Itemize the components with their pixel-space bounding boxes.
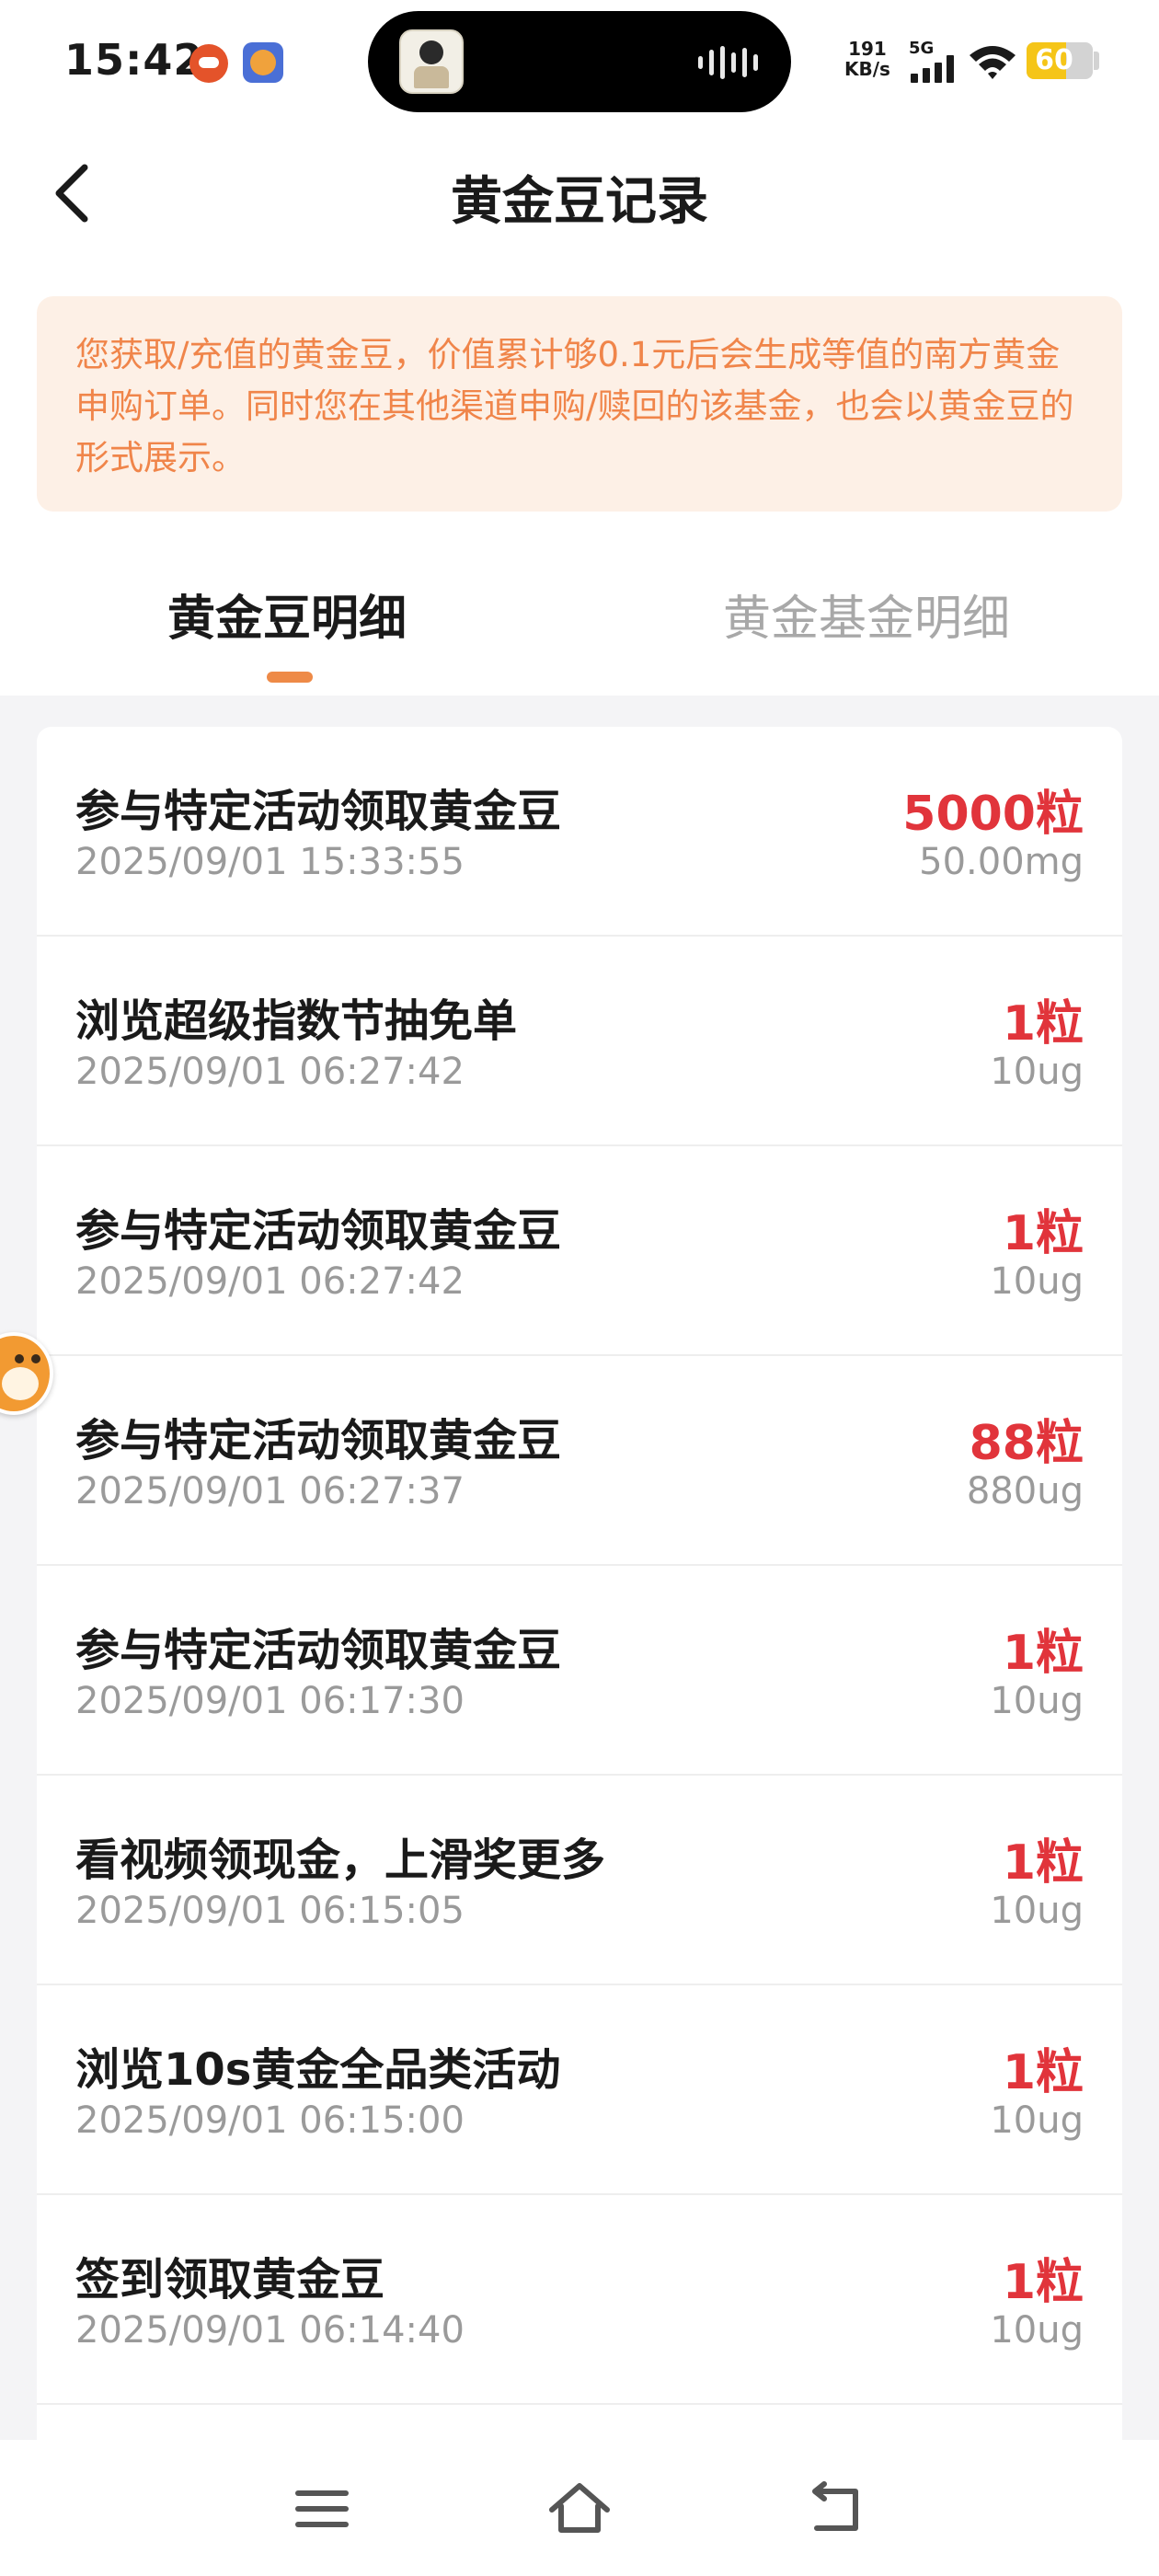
battery-level: 60 [1035, 44, 1073, 76]
tab-bar: 黄金豆明细 黄金基金明细 [0, 543, 1159, 696]
active-tab-indicator [267, 672, 313, 683]
list-item[interactable]: 浏览10s黄金全品类活动 2025/09/01 06:15:00 1粒 10ug [37, 1985, 1122, 2195]
record-time: 2025/09/01 06:15:05 [75, 1890, 465, 1932]
record-weight: 50.00mg [919, 841, 1084, 883]
status-bar: 15:42 191 KB/s 5G 60 [0, 0, 1159, 129]
network-speed-unit: KB/s [844, 58, 890, 80]
return-icon[interactable] [800, 2477, 874, 2541]
wifi-icon [970, 46, 1016, 79]
record-title: 签到领取黄金豆 [75, 2254, 385, 2306]
list-item[interactable]: 浏览超级指数节抽免单 2025/09/01 06:27:42 1粒 10ug [37, 937, 1122, 1146]
list-item[interactable]: 看视频领现金，上滑奖更多 2025/09/01 06:15:05 1粒 10ug [37, 1776, 1122, 1985]
record-time: 2025/09/01 06:27:42 [75, 1051, 465, 1093]
record-weight: 10ug [990, 2099, 1084, 2142]
record-time: 2025/09/01 15:33:55 [75, 841, 465, 883]
record-title: 看视频领现金，上滑奖更多 [75, 1834, 606, 1886]
record-time: 2025/09/01 06:27:37 [75, 1470, 465, 1512]
list-item[interactable]: 参与特定活动领取黄金豆 2025/09/01 06:27:37 88粒 880u… [37, 1356, 1122, 1566]
menu-icon[interactable] [285, 2477, 359, 2541]
record-weight: 10ug [990, 1890, 1084, 1932]
tab-gold-fund-detail[interactable]: 黄金基金明细 [723, 580, 1010, 649]
notification-game-icon [243, 42, 283, 83]
record-title: 参与特定活动领取黄金豆 [75, 1625, 562, 1676]
media-thumbnail [399, 29, 464, 94]
record-amount: 1粒 [1002, 996, 1084, 1052]
record-amount: 1粒 [1002, 2255, 1084, 2310]
audio-wave-icon [698, 46, 758, 79]
record-title: 参与特定活动领取黄金豆 [75, 1415, 562, 1466]
tab-gold-bean-detail[interactable]: 黄金豆明细 [167, 580, 407, 649]
page-title: 黄金豆记录 [451, 172, 708, 232]
record-amount: 1粒 [1002, 1835, 1084, 1891]
record-time: 2025/09/01 06:14:40 [75, 2309, 465, 2352]
notice-banner: 您获取/充值的黄金豆，价值累计够0.1元后会生成等值的南方黄金申购订单。同时您在… [37, 296, 1122, 512]
dynamic-island[interactable] [368, 11, 791, 112]
record-time: 2025/09/01 06:15:00 [75, 2099, 465, 2142]
record-title: 浏览10s黄金全品类活动 [75, 2044, 561, 2096]
record-amount: 1粒 [1002, 1626, 1084, 1681]
list-item[interactable]: 参与特定活动领取黄金豆 2025/09/01 15:33:55 5000粒 50… [37, 727, 1122, 937]
network-speed: 191 KB/s [844, 39, 890, 79]
header: 黄金豆记录 [0, 129, 1159, 267]
status-time: 15:42 [64, 35, 204, 85]
network-speed-value: 191 [848, 38, 887, 60]
battery-tip [1094, 52, 1099, 70]
list-item[interactable]: 签到领取黄金豆 2025/09/01 06:14:40 1粒 10ug [37, 2195, 1122, 2405]
system-nav-bar [0, 2440, 1159, 2576]
record-weight: 10ug [990, 1051, 1084, 1093]
record-weight: 10ug [990, 1260, 1084, 1303]
record-time: 2025/09/01 06:17:30 [75, 1680, 465, 1722]
home-icon[interactable] [543, 2477, 616, 2541]
record-weight: 10ug [990, 2309, 1084, 2352]
notice-section: 您获取/充值的黄金豆，价值累计够0.1元后会生成等值的南方黄金申购订单。同时您在… [0, 267, 1159, 543]
record-amount: 5000粒 [902, 787, 1084, 842]
record-time: 2025/09/01 06:27:42 [75, 1260, 465, 1303]
record-amount: 1粒 [1002, 2045, 1084, 2100]
record-amount: 88粒 [969, 1416, 1084, 1471]
record-weight: 10ug [990, 1680, 1084, 1722]
battery-icon: 60 [1027, 42, 1093, 79]
record-list: 参与特定活动领取黄金豆 2025/09/01 15:33:55 5000粒 50… [37, 727, 1122, 2460]
record-title: 参与特定活动领取黄金豆 [75, 786, 562, 837]
list-item[interactable]: 参与特定活动领取黄金豆 2025/09/01 06:27:42 1粒 10ug [37, 1146, 1122, 1356]
record-title: 参与特定活动领取黄金豆 [75, 1205, 562, 1257]
record-title: 浏览超级指数节抽免单 [75, 995, 518, 1047]
notification-app-icon [189, 44, 228, 83]
list-item[interactable]: 参与特定活动领取黄金豆 2025/09/01 06:17:30 1粒 10ug [37, 1566, 1122, 1776]
record-amount: 1粒 [1002, 1206, 1084, 1261]
signal-icon [911, 55, 957, 83]
record-weight: 880ug [966, 1470, 1084, 1512]
page: 15:42 191 KB/s 5G 60 黄金豆记录 您获取/充值的黄金豆，价值… [0, 0, 1159, 2576]
